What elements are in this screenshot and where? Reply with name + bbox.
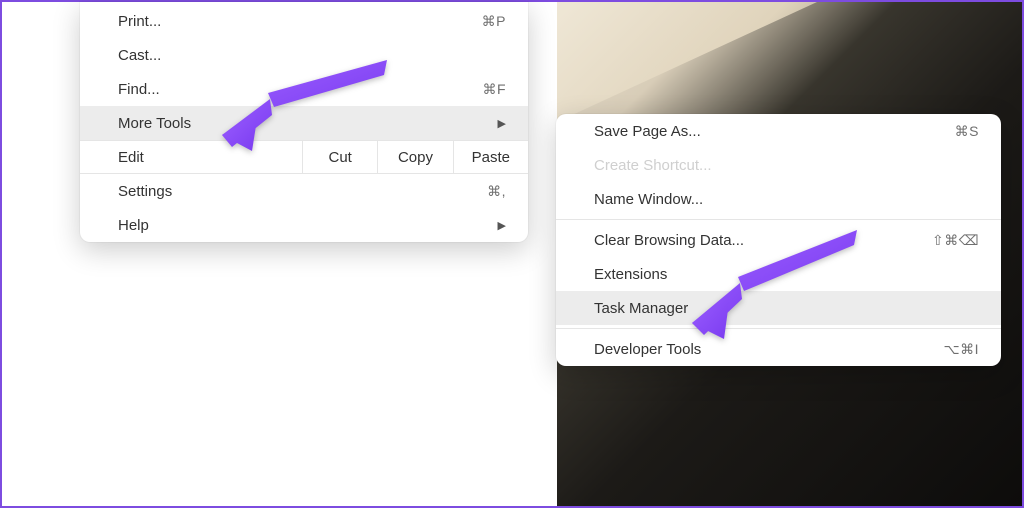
menu-item-label: Save Page As...	[594, 123, 701, 140]
menu-item-label: Extensions	[594, 266, 667, 283]
menu-item-label: Settings	[118, 183, 172, 200]
hotkey-label: ⌥⌘I	[943, 341, 979, 358]
edit-paste-button[interactable]: Paste	[453, 141, 528, 173]
menu-item-label: More Tools	[118, 115, 191, 132]
hotkey-label: ⌘P	[482, 13, 506, 30]
submenu-item-save-page[interactable]: Save Page As... ⌘S	[556, 114, 1001, 148]
menu-item-help[interactable]: Help ▶	[80, 208, 528, 242]
menu-item-label: Cast...	[118, 47, 161, 64]
annotation-arrow-task-manager	[692, 227, 862, 345]
menu-item-label: Task Manager	[594, 300, 688, 317]
submenu-item-name-window[interactable]: Name Window...	[556, 182, 1001, 216]
hotkey-label: ⌘,	[487, 183, 506, 200]
hotkey-label: ⌘S	[955, 123, 979, 140]
menu-item-label: Developer Tools	[594, 341, 701, 358]
menu-separator	[556, 219, 1001, 220]
annotation-arrow-more-tools	[222, 57, 392, 157]
menu-item-label: Find...	[118, 81, 160, 98]
menu-item-settings[interactable]: Settings ⌘,	[80, 174, 528, 208]
submenu-arrow-icon: ▶	[498, 219, 506, 232]
menu-item-print[interactable]: Print... ⌘P	[80, 4, 528, 38]
menu-item-label: Create Shortcut...	[594, 157, 712, 174]
menu-item-label: Name Window...	[594, 191, 703, 208]
menu-item-label: Print...	[118, 13, 161, 30]
submenu-arrow-icon: ▶	[498, 117, 506, 130]
submenu-item-create-shortcut: Create Shortcut...	[556, 148, 1001, 182]
hotkey-label: ⌘F	[482, 81, 506, 98]
menu-item-label: Help	[118, 217, 149, 234]
hotkey-label: ⇧⌘⌫	[932, 232, 979, 249]
